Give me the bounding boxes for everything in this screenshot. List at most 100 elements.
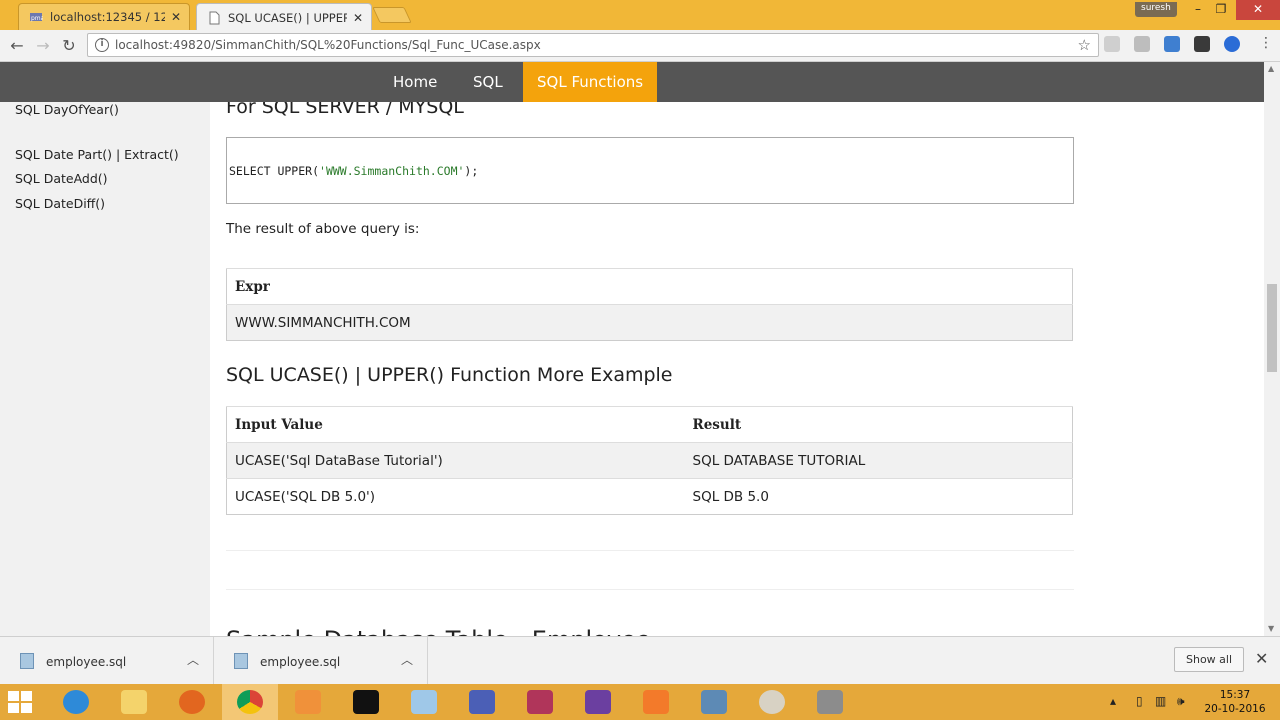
close-icon[interactable]: ✕: [1255, 649, 1268, 668]
table-row: UCASE('Sql DataBase Tutorial') SQL DATAB…: [226, 442, 1073, 479]
download-filename: employee.sql: [46, 655, 127, 669]
visual-studio-icon[interactable]: [570, 684, 626, 720]
table-cell: WWW.SIMMANCHITH.COM: [226, 304, 1073, 341]
table-cell: SQL DATABASE TUTORIAL: [684, 442, 1073, 479]
scrollbar-thumb[interactable]: [1267, 284, 1277, 372]
extension-chart-icon[interactable]: [1164, 36, 1180, 52]
bookmark-star-icon[interactable]: ☆: [1078, 36, 1091, 54]
reload-icon[interactable]: ↻: [59, 36, 79, 55]
sidebar-item-datepart[interactable]: SQL Date Part() | Extract(): [15, 147, 179, 162]
sample-table-heading: Sample Database Table - Employee: [226, 626, 651, 636]
file-icon: [20, 653, 34, 669]
divider: [226, 589, 1074, 590]
battery-icon[interactable]: ▯: [1136, 694, 1143, 708]
extension-drive-icon[interactable]: [1104, 36, 1120, 52]
recorder-icon[interactable]: [802, 684, 858, 720]
profile-badge[interactable]: suresh: [1135, 2, 1177, 17]
tab-close-icon[interactable]: ✕: [171, 10, 181, 24]
sql-server-icon[interactable]: [512, 684, 568, 720]
clock[interactable]: 15:37 20-10-2016: [1200, 688, 1270, 716]
chrome-icon[interactable]: [222, 684, 278, 720]
extension-cloud-icon[interactable]: [1134, 36, 1150, 52]
forward-icon[interactable]: →: [33, 36, 53, 55]
code-text: SELECT UPPER('WWW.SimmanChith.COM');: [229, 164, 478, 178]
divider: [226, 550, 1074, 551]
table-cell: UCASE('SQL DB 5.0'): [226, 478, 685, 515]
clock-date: 20-10-2016: [1204, 703, 1266, 715]
close-window-icon[interactable]: ✕: [1236, 0, 1280, 20]
table-row: WWW.SIMMANCHITH.COM: [226, 304, 1073, 341]
media-player-icon[interactable]: [280, 684, 336, 720]
extension-gmail-icon[interactable]: [1194, 36, 1210, 52]
firefox-icon[interactable]: [164, 684, 220, 720]
tab-title: localhost:12345 / 127.0.0: [50, 10, 165, 24]
table-cell: UCASE('Sql DataBase Tutorial'): [226, 442, 685, 479]
more-example-heading: SQL UCASE() | UPPER() Function More Exam…: [226, 364, 673, 386]
code-example: SELECT UPPER('WWW.SimmanChith.COM');: [226, 137, 1074, 204]
browser-toolbar: ← → ↻ i localhost:49820/SimmanChith/SQL%…: [0, 30, 1280, 62]
sidebar-item-dateadd[interactable]: SQL DateAdd(): [15, 171, 108, 186]
download-filename: employee.sql: [260, 655, 341, 669]
download-item[interactable]: employee.sql ︿: [0, 637, 214, 685]
code-prefix: SELECT UPPER(: [229, 164, 320, 178]
cmd-icon[interactable]: [338, 684, 394, 720]
show-all-button[interactable]: Show all: [1174, 647, 1244, 672]
phpmyadmin-icon: pma: [30, 13, 43, 22]
table-cell: SQL DB 5.0: [684, 478, 1073, 515]
new-tab-button[interactable]: [372, 7, 412, 23]
nav-home[interactable]: Home: [379, 62, 451, 102]
restore-icon[interactable]: ❐: [1206, 0, 1236, 20]
xampp-icon[interactable]: [628, 684, 684, 720]
result-caption: The result of above query is:: [226, 221, 420, 237]
tab-close-icon[interactable]: ✕: [353, 11, 363, 25]
info-icon[interactable]: i: [95, 38, 109, 52]
visual-studio-code-icon[interactable]: [454, 684, 510, 720]
svg-text:pma: pma: [31, 15, 43, 22]
scroll-down-icon[interactable]: ▼: [1268, 624, 1274, 633]
chevron-up-icon[interactable]: ︿: [401, 651, 413, 668]
tab-phpmyadmin[interactable]: pma localhost:12345 / 127.0.0 ✕: [18, 3, 190, 30]
windows-start-icon[interactable]: [8, 691, 32, 713]
site-navbar: Home SQL SQL Functions: [0, 62, 1264, 102]
examples-table: Input Value Result UCASE('Sql DataBase T…: [226, 406, 1073, 515]
extension-a-icon[interactable]: [1224, 36, 1240, 52]
table-header-cell: Input Value: [226, 406, 685, 443]
sidebar-item-datediff[interactable]: SQL DateDiff(): [15, 196, 105, 211]
notepad-icon[interactable]: [396, 684, 452, 720]
nav-sql-functions[interactable]: SQL Functions: [523, 62, 658, 102]
page-icon: [209, 11, 220, 24]
file-explorer-icon[interactable]: [106, 684, 162, 720]
table-header-cell: Expr: [226, 268, 1073, 305]
tab-title: SQL UCASE() | UPPER() F: [228, 10, 347, 25]
download-shelf: employee.sql ︿ employee.sql ︿ Show all ✕: [0, 636, 1280, 685]
back-icon[interactable]: ←: [7, 36, 27, 55]
download-item[interactable]: employee.sql ︿: [214, 637, 428, 685]
result-table: Expr WWW.SIMMANCHITH.COM: [226, 268, 1073, 341]
browser-title-bar: pma localhost:12345 / 127.0.0 ✕ SQL UCAS…: [0, 0, 1280, 31]
chevron-up-icon[interactable]: ︿: [187, 651, 199, 668]
tab-sql-ucase[interactable]: SQL UCASE() | UPPER() F ✕: [196, 3, 372, 31]
table-header-row: Input Value Result: [226, 406, 1073, 443]
ie-icon[interactable]: [48, 684, 104, 720]
file-icon: [234, 653, 248, 669]
page-scrollbar[interactable]: ▲ ▼: [1264, 62, 1280, 636]
menu-icon[interactable]: ⋮: [1256, 35, 1276, 51]
table-header-row: Expr: [226, 268, 1073, 305]
page-viewport: SQL DayOfYear() SQL Date Part() | Extrac…: [0, 62, 1264, 636]
clock-time: 15:37: [1219, 689, 1251, 701]
nav-sql[interactable]: SQL: [459, 62, 517, 102]
scroll-up-icon[interactable]: ▲: [1268, 64, 1274, 73]
windows-taskbar: ▴ ▯ ▥ 🕪 15:37 20-10-2016: [0, 684, 1280, 720]
sidebar: SQL DayOfYear() SQL Date Part() | Extrac…: [0, 102, 210, 636]
sidebar-item-dayofyear[interactable]: SQL DayOfYear(): [15, 102, 119, 117]
tray-chevron-up-icon[interactable]: ▴: [1110, 694, 1116, 708]
window-app-icon[interactable]: [686, 684, 742, 720]
code-string: 'WWW.SimmanChith.COM': [319, 164, 465, 178]
network-icon[interactable]: ▥: [1155, 694, 1166, 708]
code-suffix: );: [464, 164, 479, 178]
address-bar[interactable]: i localhost:49820/SimmanChith/SQL%20Func…: [87, 33, 1099, 57]
paint-icon[interactable]: [744, 684, 800, 720]
url-text: localhost:49820/SimmanChith/SQL%20Functi…: [115, 38, 541, 52]
volume-icon[interactable]: 🕪: [1177, 694, 1185, 709]
table-row: UCASE('SQL DB 5.0') SQL DB 5.0: [226, 478, 1073, 515]
